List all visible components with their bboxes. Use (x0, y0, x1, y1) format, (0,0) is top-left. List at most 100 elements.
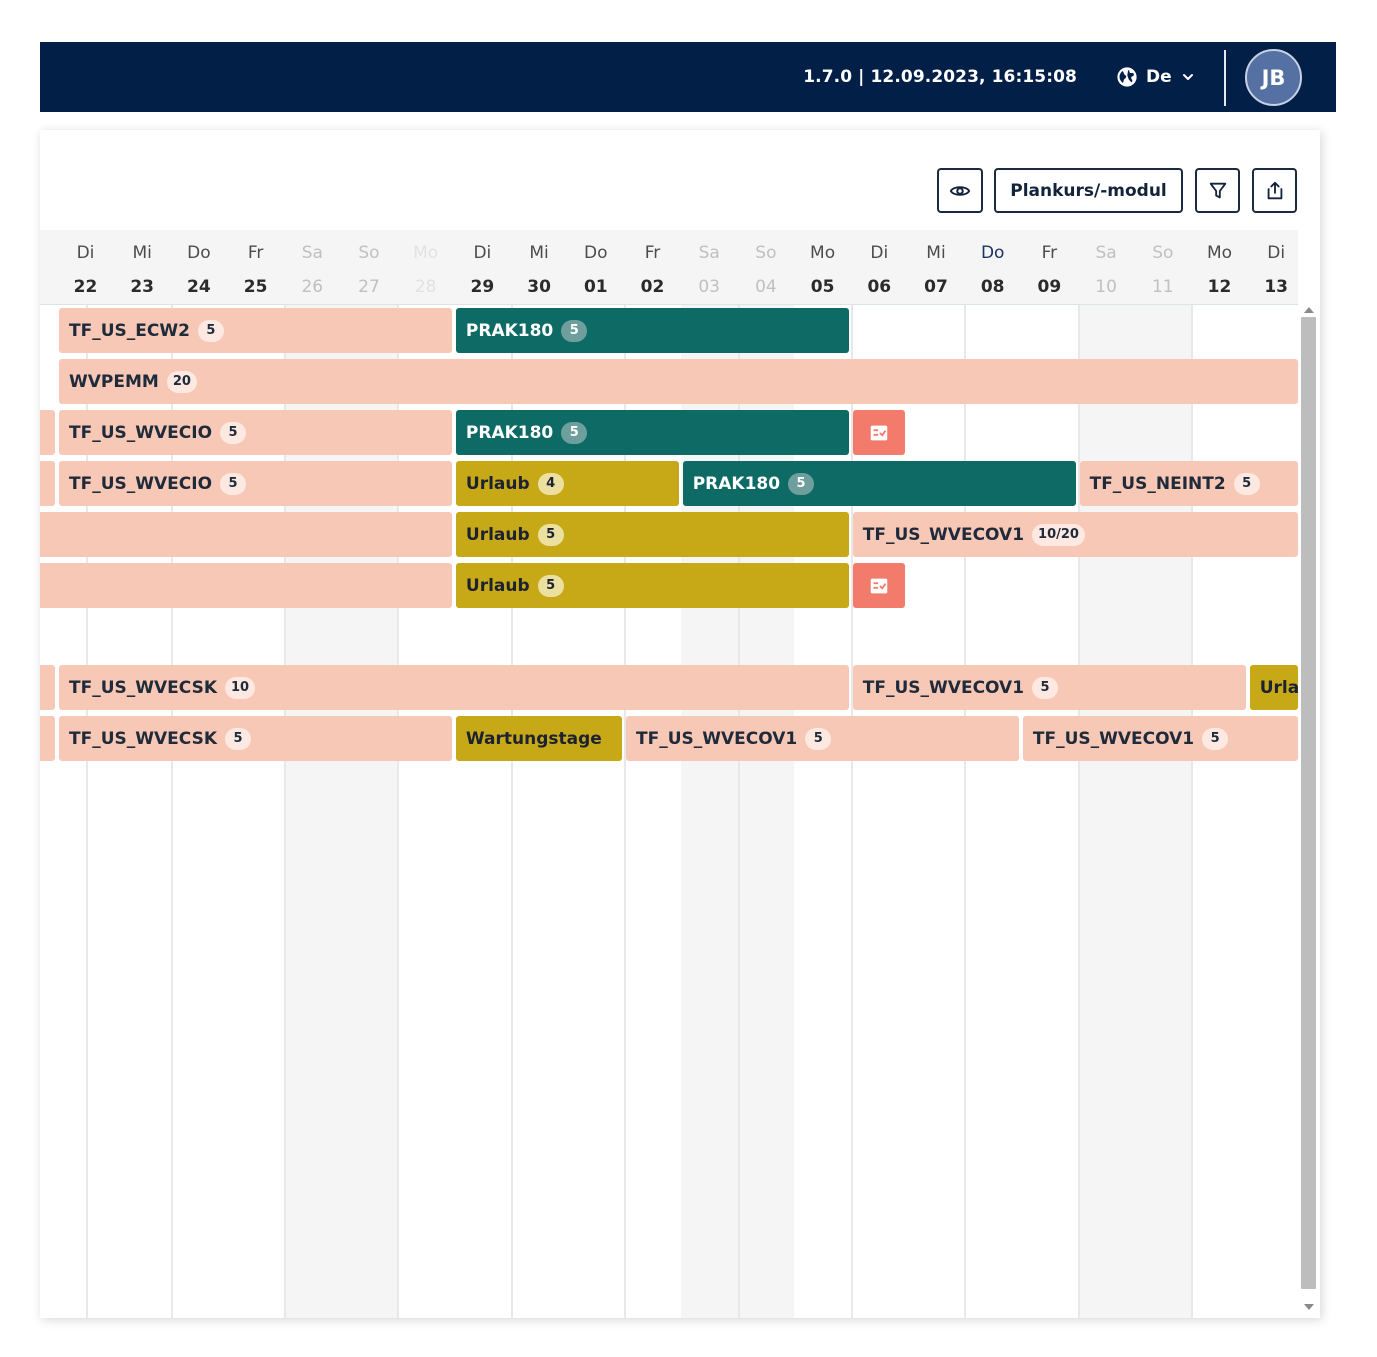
day-number-label: 29 (470, 277, 495, 297)
schedule-bar-tf-us-wvecov1[interactable]: TF_US_WVECOV1 5 (1022, 716, 1298, 761)
count-badge: 5 (220, 472, 247, 495)
scroll-down-arrow[interactable] (1304, 1304, 1314, 1310)
date-column-06: Di 06 (851, 230, 907, 305)
schedule-bar-continuation[interactable] (40, 410, 55, 455)
schedule-bar-tf-us-wvecov1[interactable]: TF_US_WVECOV1 5 (626, 716, 1019, 761)
count-badge: 5 (197, 319, 224, 342)
schedule-bar-wartungstage[interactable]: Wartungstage (455, 716, 622, 761)
count-badge: 10/20 (1032, 523, 1085, 546)
weekday-label: Mi (529, 243, 549, 263)
schedule-bar-tf-us-wvecio[interactable]: TF_US_WVECIO 5 (59, 410, 452, 455)
date-column-30: Mi 30 (511, 230, 567, 305)
bar-label: WVPEMM (69, 371, 159, 392)
date-column-07: Mi 07 (908, 230, 964, 305)
bar-label: Urlaub (465, 473, 530, 494)
bar-label: TF_US_WVECOV1 (1032, 728, 1195, 749)
schedule-bar-wvpemm[interactable]: WVPEMM 20 (59, 359, 1298, 404)
bar-label: PRAK180 (465, 422, 554, 443)
day-number-label: 02 (640, 277, 665, 297)
schedule-bar-tf-us-wvecsk[interactable]: TF_US_WVECSK 5 (59, 716, 452, 761)
filter-button[interactable] (1195, 168, 1240, 213)
count-badge: 10 (225, 676, 256, 699)
weekday-label: So (1152, 243, 1174, 263)
schedule-bar-urlaub[interactable]: Urlaub 4 (455, 461, 679, 506)
bar-label: TF_US_WVECIO (69, 422, 213, 443)
count-badge: 5 (561, 421, 588, 444)
bar-label: TF_US_WVECSK (69, 728, 217, 749)
count-badge: 5 (220, 421, 247, 444)
date-column-22: Di 22 (58, 230, 114, 305)
bar-label: Urlaub (465, 575, 530, 596)
scrollbar-thumb[interactable] (1301, 317, 1316, 1289)
weekday-label: So (358, 243, 380, 263)
weekday-label: Do (980, 243, 1005, 263)
scroll-up-arrow[interactable] (1304, 307, 1314, 313)
day-number-label: 01 (583, 277, 608, 297)
weekday-label: Sa (301, 243, 323, 263)
weekday-label: Fr (644, 243, 661, 263)
weekend-shade (680, 305, 738, 1318)
schedule-bar-continuation[interactable] (40, 716, 55, 761)
day-number-label: 10 (1095, 277, 1117, 297)
schedule-bar-urlaub[interactable]: Urlaub 5 (455, 512, 849, 557)
grid-line (624, 305, 626, 1318)
schedule-bar-continuation[interactable] (40, 461, 55, 506)
bar-label: PRAK180 (465, 320, 554, 341)
schedule-bar-continuation[interactable] (40, 512, 452, 557)
schedule-bar-urlaub[interactable]: Urlaub 5 (455, 563, 849, 608)
bar-label: TF_US_WVECOV1 (862, 677, 1025, 698)
schedule-bar-prak180[interactable]: PRAK180 5 (682, 461, 1076, 506)
schedule-bar-tf-us-wvecio[interactable]: TF_US_WVECIO 5 (59, 461, 452, 506)
schedule-bar-continuation[interactable] (40, 665, 55, 710)
schedule-bar-task[interactable] (852, 563, 906, 608)
schedule-bar-tf-us-wvecov1[interactable]: TF_US_WVECOV1 5 (852, 665, 1246, 710)
date-column-27: So 27 (341, 230, 397, 305)
task-checklist-icon (870, 425, 888, 440)
schedule-bar-task[interactable] (852, 410, 906, 455)
bar-label: TF_US_WVECOV1 (862, 524, 1025, 545)
day-number-label: 24 (187, 277, 211, 297)
schedule-bar-urlaub[interactable]: Urlaub (1249, 665, 1298, 710)
weekend-shade (283, 305, 341, 1318)
weekday-label: Fr (1041, 243, 1058, 263)
view-toggle-button[interactable] (937, 168, 983, 213)
language-selector[interactable]: De (1116, 66, 1194, 88)
count-badge: 5 (1233, 472, 1260, 495)
schedule-bar-continuation[interactable] (40, 563, 452, 608)
date-column-09: Fr 09 (1021, 230, 1077, 305)
grid-line (851, 305, 853, 1318)
day-number-label: 05 (810, 277, 835, 297)
grid-line (511, 305, 513, 1318)
globe-icon (1117, 67, 1137, 87)
language-label: De (1146, 67, 1172, 87)
filter-icon (1209, 182, 1226, 198)
date-column-08: Do 08 (965, 230, 1021, 305)
schedule-bar-tf-us-ecw2[interactable]: TF_US_ECW2 5 (59, 308, 452, 353)
weekday-label: Sa (698, 243, 720, 263)
schedule-bar-prak180[interactable]: PRAK180 5 (455, 308, 849, 353)
share-export-icon (1267, 181, 1282, 199)
export-button[interactable] (1252, 168, 1297, 213)
user-avatar[interactable]: JB (1245, 49, 1302, 106)
schedule-bar-prak180[interactable]: PRAK180 5 (455, 410, 849, 455)
vertical-scrollbar[interactable] (1298, 305, 1320, 1318)
plan-course-module-button[interactable]: Plankurs/-modul (994, 168, 1183, 213)
weekday-label: Do (584, 243, 608, 263)
count-badge: 5 (805, 727, 832, 750)
task-checklist-icon (870, 578, 888, 593)
planning-panel: Plankurs/-modul Di 22 Mi 23 Do 24 Fr 25 Sa 26 So 27… (40, 130, 1320, 1318)
weekday-label: Di (1267, 243, 1286, 263)
weekday-label: Di (76, 243, 95, 263)
schedule-bar-tf-us-neint2[interactable]: TF_US_NEINT2 5 (1079, 461, 1298, 506)
schedule-bar-tf-us-wvecov1[interactable]: TF_US_WVECOV1 10/20 (852, 512, 1298, 557)
grid-line (171, 305, 173, 1318)
grid-line (1078, 305, 1080, 1318)
day-number-label: 08 (980, 277, 1005, 297)
day-number-label: 03 (698, 277, 720, 297)
weekday-label: So (755, 243, 777, 263)
weekday-label: Mo (810, 243, 836, 263)
top-app-bar: 1.7.0 | 12.09.2023, 16:15:08 De JB (40, 42, 1336, 112)
day-number-label: 11 (1151, 277, 1174, 297)
count-badge: 5 (788, 472, 815, 495)
schedule-bar-tf-us-wvecsk[interactable]: TF_US_WVECSK 10 (59, 665, 849, 710)
